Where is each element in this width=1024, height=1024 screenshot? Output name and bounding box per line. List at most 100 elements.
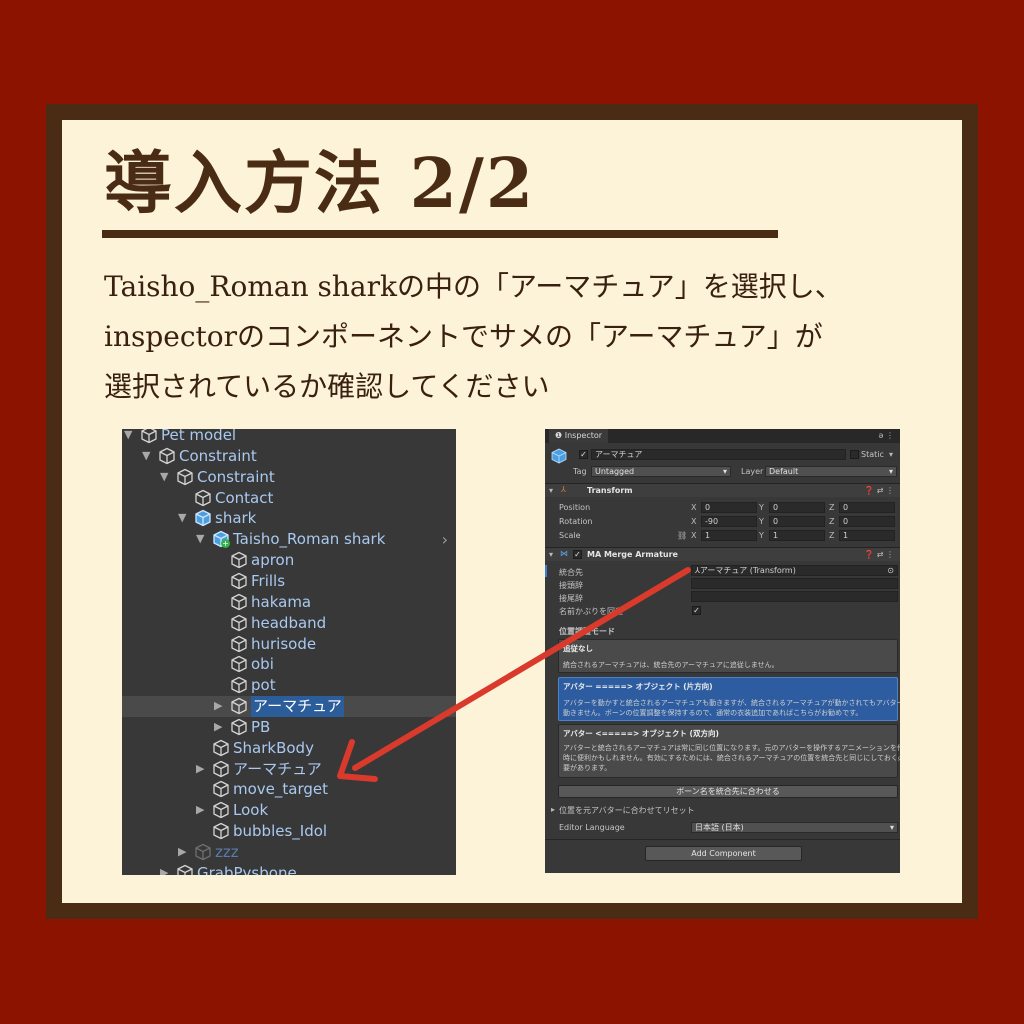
gameobject-cube-icon xyxy=(230,655,248,673)
option-title: 追従なし xyxy=(563,644,593,653)
rotation-z-field[interactable]: 0 xyxy=(839,516,895,527)
expand-arrow-closed-icon[interactable]: ▶ xyxy=(160,866,172,875)
option-description-1: アバターを動かすと統合されるアーマチュアも動きますが、統合されるアーマチュアが動… xyxy=(563,699,900,707)
merge-armature-title: MA Merge Armature xyxy=(587,550,678,559)
match-bone-names-button[interactable]: ボーン名を統合先に合わせる xyxy=(558,785,898,798)
target-field[interactable]: ⅄アーマチュア (Transform) ⊙ xyxy=(691,565,898,576)
rotation-x-field[interactable]: -90 xyxy=(701,516,757,527)
mode-option-none[interactable]: 追従なし 統合されるアーマチュアは、統合先のアーマチュアに追従しません。 xyxy=(558,639,898,673)
hierarchy-row[interactable]: Contact xyxy=(122,488,456,509)
position-z-field[interactable]: 0 xyxy=(839,502,895,513)
static-dropdown-arrow-icon[interactable]: ▾ xyxy=(889,450,893,459)
hierarchy-row[interactable]: hurisode xyxy=(122,634,456,655)
gameobject-cube-icon xyxy=(230,551,248,569)
gameobject-cube-icon xyxy=(230,635,248,653)
add-component-button[interactable]: Add Component xyxy=(645,846,802,861)
axis-label: Z xyxy=(829,503,835,512)
hierarchy-row[interactable]: ▶ Look xyxy=(122,800,456,821)
active-checkbox[interactable]: ✓ xyxy=(579,450,588,459)
hierarchy-row[interactable]: ▼ Pet model xyxy=(122,429,456,446)
hierarchy-row[interactable]: ▼ Constraint xyxy=(122,467,456,488)
tab-menu-icons[interactable]: ə ⋮ xyxy=(879,431,894,440)
transform-header[interactable]: ▾ ⅄ Transform ❓ ⇄ ⋮ xyxy=(545,483,900,497)
rotation-y-field[interactable]: 0 xyxy=(769,516,825,527)
prefab-variant-icon: + xyxy=(212,530,230,549)
expand-arrow-closed-icon[interactable]: ▶ xyxy=(196,762,208,775)
avoid-name-collision-checkbox[interactable]: ✓ xyxy=(692,606,701,615)
target-value: アーマチュア (Transform) xyxy=(699,566,796,575)
suffix-field[interactable] xyxy=(691,591,898,602)
gameobject-cube-icon xyxy=(230,593,248,611)
tab-inspector[interactable]: ❶ Inspector xyxy=(549,429,609,443)
hierarchy-row[interactable]: bubbles_Idol xyxy=(122,821,456,842)
layer-dropdown[interactable]: Default ▾ xyxy=(765,466,897,477)
option-description: 統合されるアーマチュアは、統合先のアーマチュアに追従しません。 xyxy=(563,661,779,669)
scale-x-field[interactable]: 1 xyxy=(701,530,757,541)
hierarchy-row[interactable]: apron xyxy=(122,550,456,571)
expand-arrow-open-icon[interactable]: ▼ xyxy=(142,449,154,462)
expand-arrow-closed-icon[interactable]: ▶ xyxy=(178,845,190,858)
tag-dropdown[interactable]: Untagged ▾ xyxy=(591,466,731,477)
hierarchy-row[interactable]: ▼ shark xyxy=(122,508,456,529)
position-x-field[interactable]: 0 xyxy=(701,502,757,513)
hierarchy-row[interactable]: ▶ GrabPysbone xyxy=(122,863,456,875)
fold-arrow-icon: ▾ xyxy=(549,550,554,559)
hierarchy-row[interactable]: ▶ アーマチュア xyxy=(122,696,456,718)
gameobject-cube-icon xyxy=(212,801,230,819)
object-picker-icon[interactable]: ⊙ xyxy=(887,566,894,575)
merge-enabled-checkbox[interactable]: ✓ xyxy=(573,550,582,559)
gameobject-cube-icon xyxy=(551,448,567,464)
constrain-proportions-icon[interactable]: ⛓ xyxy=(677,531,687,540)
hierarchy-row[interactable]: hakama xyxy=(122,592,456,613)
tab-inspector-label: Inspector xyxy=(564,431,603,440)
position-y-field[interactable]: 0 xyxy=(769,502,825,513)
hierarchy-row-label: アーマチュア xyxy=(233,759,322,778)
hierarchy-row[interactable]: ▶ PB xyxy=(122,717,456,738)
hierarchy-row-label: zzz xyxy=(215,843,239,861)
scale-y-field[interactable]: 1 xyxy=(769,530,825,541)
hierarchy-row-label: Look xyxy=(233,801,269,820)
prefix-field[interactable] xyxy=(691,578,898,589)
mode-option-one-way[interactable]: アバター =====> オブジェクト (片方向) アバターを動かすと統合されるア… xyxy=(558,677,900,721)
gameobject-cube-icon xyxy=(230,697,248,715)
option-description-2: 動きません。ボーンの位置調整を保持するので、通常の衣装追加であればこちらがお勧め… xyxy=(563,709,863,717)
reset-position-foldout[interactable]: 位置を元アバターに合わせてリセット xyxy=(559,805,695,816)
editor-language-dropdown[interactable]: 日本語 (日本) ▾ xyxy=(691,822,898,833)
hierarchy-row[interactable]: ▼ + Taisho_Roman shark › xyxy=(122,529,456,550)
hierarchy-row[interactable]: pot xyxy=(122,675,456,696)
expand-arrow-open-icon[interactable]: ▼ xyxy=(124,429,136,441)
expand-arrow-open-icon[interactable]: ▼ xyxy=(196,532,208,545)
expand-arrow-closed-icon[interactable]: ▶ xyxy=(214,699,226,712)
hierarchy-row[interactable]: ▼ Constraint xyxy=(122,446,456,467)
description-line-3: 選択されているか確認してください xyxy=(104,370,550,403)
expand-arrow-closed-icon[interactable]: ▶ xyxy=(196,803,208,816)
inspector-panel: ❶ Inspector ə ⋮ ✓ アーマチュア Static ▾ Tag Un… xyxy=(545,429,900,873)
inspector-tab-bar: ❶ Inspector ə ⋮ xyxy=(545,429,900,443)
hierarchy-row[interactable]: obi xyxy=(122,654,456,675)
hierarchy-row-label: SharkBody xyxy=(233,738,314,757)
component-menu-icons[interactable]: ❓ ⇄ ⋮ xyxy=(864,550,894,559)
object-name-field[interactable]: アーマチュア xyxy=(591,449,846,460)
axis-label: Y xyxy=(759,531,764,540)
open-prefab-chevron-icon[interactable]: › xyxy=(442,529,448,550)
hierarchy-row[interactable]: SharkBody xyxy=(122,738,456,759)
expand-arrow-closed-icon[interactable]: ▶ xyxy=(214,720,226,733)
chevron-down-icon: ▾ xyxy=(889,823,894,832)
scale-z-field[interactable]: 1 xyxy=(839,530,895,541)
fold-arrow-icon[interactable]: ▸ xyxy=(551,805,555,814)
hierarchy-row[interactable]: ▶ アーマチュア xyxy=(122,759,456,780)
component-menu-icons[interactable]: ❓ ⇄ ⋮ xyxy=(864,486,894,495)
hierarchy-row[interactable]: ▶ zzz xyxy=(122,842,456,863)
divider xyxy=(545,839,900,840)
hierarchy-row[interactable]: move_target xyxy=(122,779,456,800)
expand-arrow-open-icon[interactable]: ▼ xyxy=(160,470,172,483)
expand-arrow-open-icon[interactable]: ▼ xyxy=(178,511,190,524)
mode-option-two-way[interactable]: アバター <=====> オブジェクト (双方向) アバターと統合されるアーマチ… xyxy=(558,724,900,778)
hierarchy-row[interactable]: headband xyxy=(122,613,456,634)
script-icon: ⋈ xyxy=(560,549,568,558)
hierarchy-row[interactable]: Frills xyxy=(122,571,456,592)
static-checkbox[interactable] xyxy=(850,450,859,459)
gameobject-cube-icon xyxy=(230,718,248,736)
hierarchy-row-label: Constraint xyxy=(197,467,275,486)
merge-armature-header[interactable]: ▾ ✓ ⋈ MA Merge Armature ❓ ⇄ ⋮ xyxy=(545,547,900,561)
